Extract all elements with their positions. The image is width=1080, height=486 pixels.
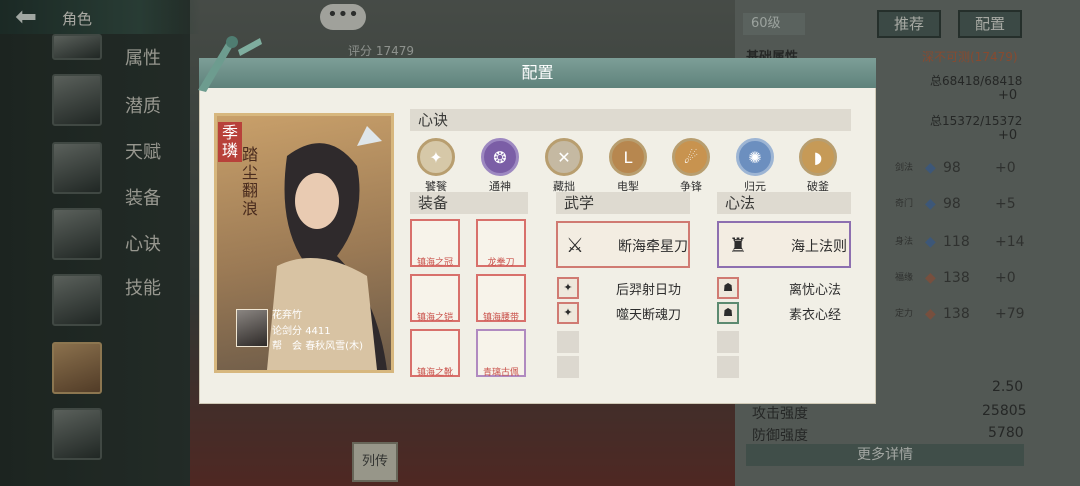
sword-decoration-icon [198, 36, 262, 92]
equip-slot-pendant[interactable]: 青璃古佩 [476, 329, 526, 378]
empty-slot[interactable] [717, 331, 739, 353]
avatar [236, 309, 268, 347]
xinjue-header: 心诀 [410, 109, 851, 131]
equip-label: 镇海之靴 [416, 368, 453, 378]
score-value: 4411 [305, 326, 331, 337]
equip-label: 镇海之冠 [416, 258, 453, 268]
equipment-header: 装备 [410, 192, 528, 214]
guiyuan-icon[interactable]: ✺ [736, 138, 774, 176]
blade-icon: ⚔ [566, 233, 584, 257]
wuxue-sub-name: 后羿射日功 [616, 283, 682, 298]
xinfa-sub-icon[interactable]: ☗ [717, 277, 739, 299]
wuxue-sub-name: 噬天断魂刀 [616, 308, 682, 323]
guild-label: 帮 会 [272, 341, 302, 352]
equip-label: 镇海之铠 [416, 313, 453, 323]
equip-label: 青璃古佩 [482, 368, 519, 378]
character-title-b: 踏尘翻浪 [241, 145, 258, 218]
wuxue-sub-icon[interactable]: ✦ [557, 277, 579, 299]
taotie-icon[interactable]: ✦ [417, 138, 455, 176]
modal-title: 配置 [199, 58, 876, 88]
wuxue-header: 武学 [556, 192, 690, 214]
equip-slot-belt[interactable]: 镇海腰带 [476, 274, 526, 323]
wuxue-main-skill[interactable]: ⚔ 断海牵星刀 [556, 221, 690, 268]
score-label: 论剑分 [272, 326, 302, 337]
wuxue-sub-icon[interactable]: ✦ [557, 302, 579, 324]
dianche-icon[interactable]: L [609, 138, 647, 176]
player-name: 花弃竹 [272, 310, 302, 321]
equip-label: 镇海腰带 [482, 313, 519, 323]
figure-icon: ♜ [729, 233, 747, 257]
xinfa-sub-name: 离忧心法 [789, 283, 842, 298]
equip-slot-armor[interactable]: 镇海之铠 [410, 274, 460, 323]
guild-value: 春秋风雪(木) [305, 341, 363, 352]
empty-slot[interactable] [557, 356, 579, 378]
xinfa-main-name: 海上法则 [791, 239, 847, 255]
pofu-icon[interactable]: ◗ [799, 138, 837, 176]
xinfa-header: 心法 [717, 192, 851, 214]
zhengfeng-icon[interactable]: ☄ [672, 138, 710, 176]
xinfa-main-skill[interactable]: ♜ 海上法则 [717, 221, 851, 268]
empty-slot[interactable] [717, 356, 739, 378]
equip-slot-weapon[interactable]: 龙拳刀 [476, 219, 526, 268]
cangzhuo-icon[interactable]: ✕ [545, 138, 583, 176]
equip-slot-helmet[interactable]: 镇海之冠 [410, 219, 460, 268]
equip-label: 龙拳刀 [487, 258, 515, 268]
xinfa-sub-name: 素衣心经 [789, 308, 842, 323]
empty-slot[interactable] [557, 331, 579, 353]
xinfa-sub-icon[interactable]: ☗ [717, 302, 739, 324]
wuxue-main-name: 断海牵星刀 [618, 239, 688, 255]
equip-slot-boots[interactable]: 镇海之靴 [410, 329, 460, 378]
tongshen-icon[interactable]: ❂ [481, 138, 519, 176]
